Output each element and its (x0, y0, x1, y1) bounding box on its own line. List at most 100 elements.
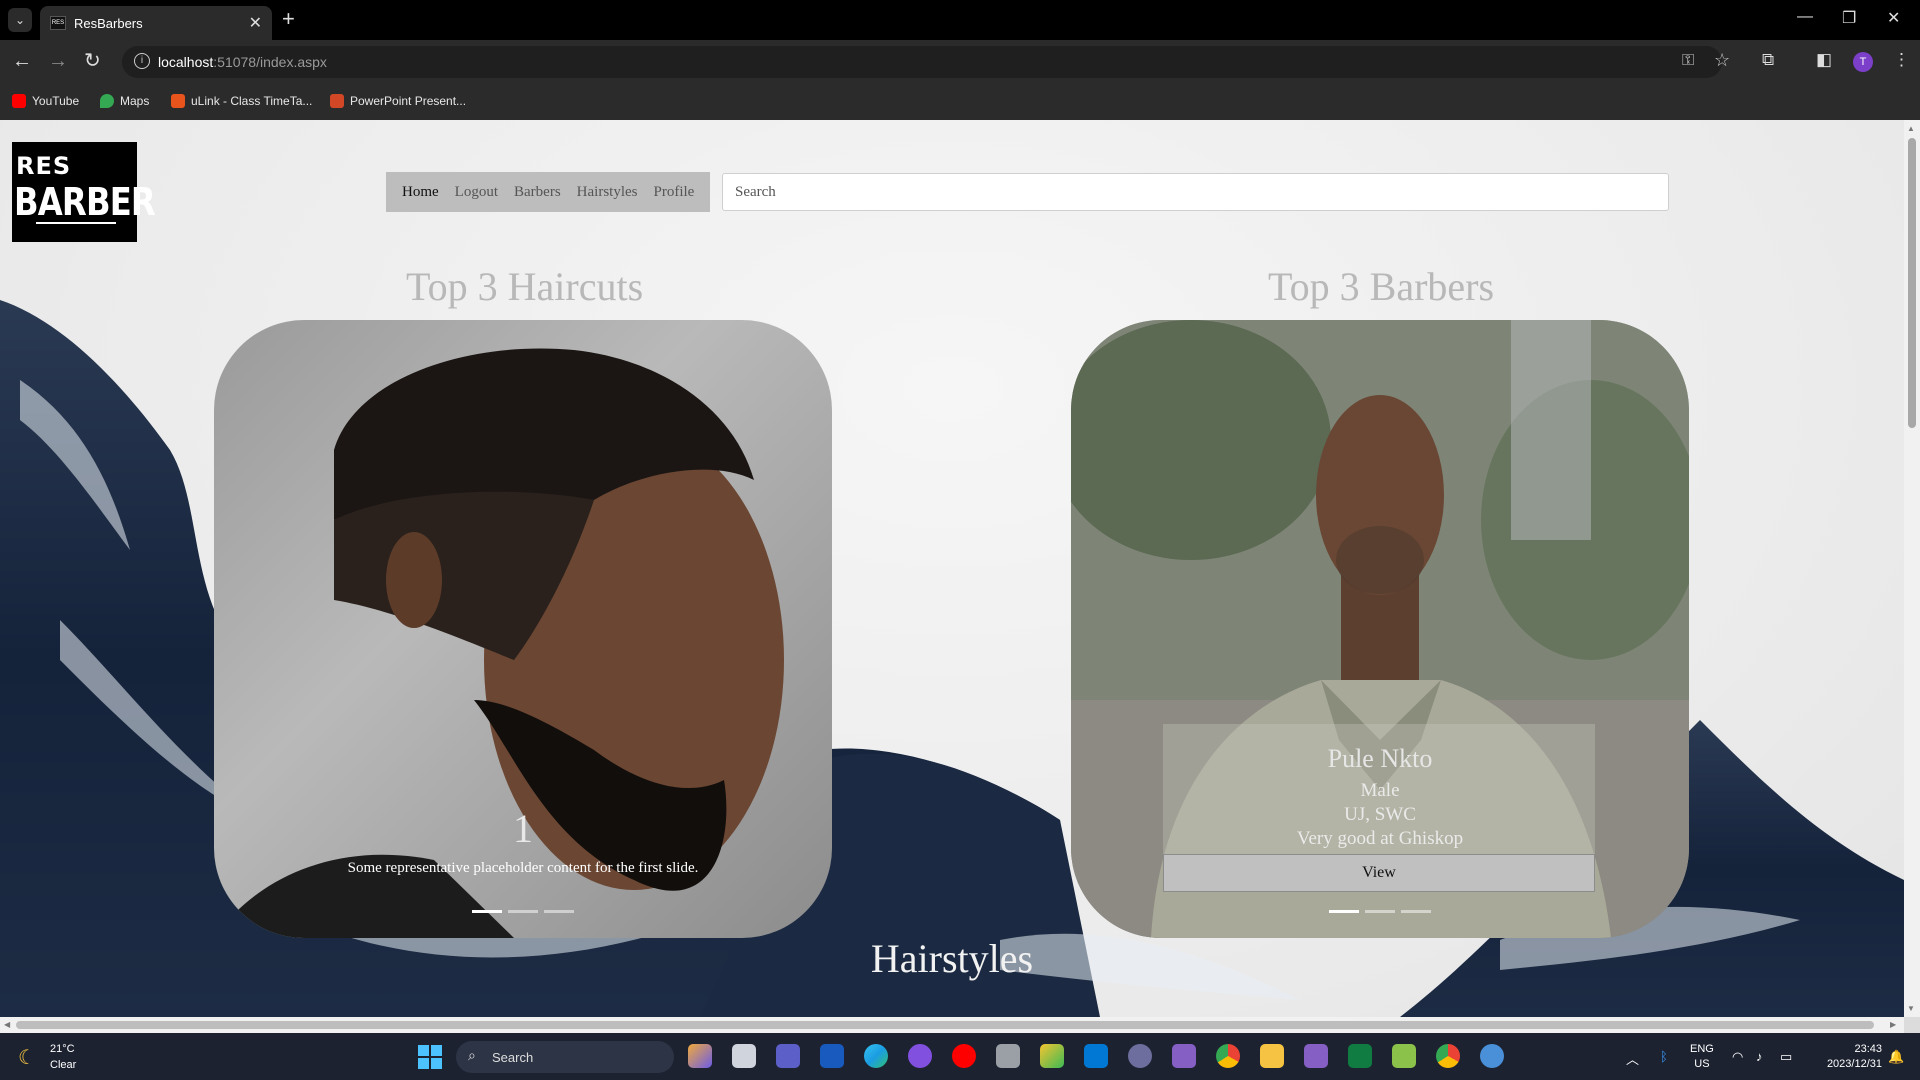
site-search-input[interactable] (722, 173, 1669, 211)
top-barbers-title: Top 3 Barbers (1268, 264, 1495, 309)
minimize-icon[interactable]: — (1797, 8, 1813, 26)
windows-taskbar: ☾ 21°C Clear ⌕ Search ︿ ᛒ ENG US ◠ ♪ ▭ 2… (0, 1033, 1920, 1080)
task-view-icon[interactable] (732, 1044, 756, 1068)
nav-barbers[interactable]: Barbers (506, 184, 569, 201)
bookmark-ulink[interactable]: uLink - Class TimeTa... (171, 94, 312, 108)
site-info-icon[interactable]: i (134, 53, 150, 69)
edge-icon[interactable] (864, 1044, 888, 1068)
file-explorer-icon[interactable] (1260, 1044, 1284, 1068)
site-logo[interactable]: RES BARBER (12, 142, 156, 242)
window-close-icon[interactable]: ✕ (1887, 8, 1900, 28)
reload-icon[interactable]: ↻ (84, 50, 101, 72)
vertical-scroll-thumb[interactable] (1908, 138, 1916, 428)
youtube-music-icon[interactable] (952, 1044, 976, 1068)
indicator-2[interactable] (1365, 910, 1395, 913)
chrome-active-icon[interactable] (1436, 1044, 1460, 1068)
indicator-3[interactable] (544, 910, 574, 913)
barber-gender: Male (1360, 780, 1400, 801)
settings-icon[interactable] (1480, 1044, 1504, 1068)
bookmark-star-icon[interactable]: ☆ (1714, 50, 1730, 71)
side-panel-icon[interactable]: ◧ (1816, 50, 1832, 70)
visual-studio-icon[interactable] (1172, 1044, 1196, 1068)
visual-studio-2-icon[interactable] (1304, 1044, 1328, 1068)
password-key-icon[interactable]: ⚿ (1682, 52, 1694, 70)
ulink-icon (171, 94, 185, 108)
nav-home[interactable]: Home (394, 184, 447, 201)
notepad-icon[interactable] (1392, 1044, 1416, 1068)
view-barber-button[interactable]: View (1163, 854, 1595, 892)
taskbar-search[interactable]: ⌕ Search (456, 1041, 674, 1073)
database-icon[interactable] (996, 1044, 1020, 1068)
wifi-icon[interactable]: ◠ (1732, 1049, 1743, 1065)
tab-search-icon[interactable]: ⌄ (8, 8, 32, 32)
logo-underline (36, 222, 116, 224)
barber-carousel[interactable]: Pule Nkto Male UJ, SWC Very good at Ghis… (1071, 320, 1689, 938)
barber-description: Very good at Ghiskop (1296, 828, 1464, 849)
github-desktop-icon[interactable] (908, 1044, 932, 1068)
system-clock[interactable]: 23:43 2023/12/31 (1810, 1042, 1882, 1072)
scroll-down-icon[interactable]: ▼ (1907, 1004, 1915, 1013)
excel-icon[interactable] (1348, 1044, 1372, 1068)
vscode-icon[interactable] (1084, 1044, 1108, 1068)
profile-avatar[interactable]: T (1853, 52, 1873, 72)
browser-tab-strip: ⌄ RES ResBarbers ✕ + — ❐ ✕ (0, 0, 1920, 40)
bookmarks-bar: YouTube Maps uLink - Class TimeTa... Pow… (0, 84, 1920, 120)
barber-name: Pule Nkto (1327, 744, 1433, 773)
slide-caption: Some representative placeholder content … (347, 860, 699, 876)
browser-tab[interactable]: RES ResBarbers ✕ (40, 6, 272, 40)
page-viewport: RES BARBER Home Logout Barbers Hairstyle… (0, 120, 1904, 1017)
haircut-indicators (214, 910, 832, 913)
horizontal-scrollbar[interactable]: ◀ ▶ (0, 1017, 1904, 1033)
nav-profile[interactable]: Profile (646, 184, 703, 201)
indicator-1[interactable] (472, 910, 502, 913)
indicator-1[interactable] (1329, 910, 1359, 913)
new-tab-icon[interactable]: + (282, 8, 295, 30)
more-menu-icon[interactable]: ⋮ (1893, 50, 1910, 70)
scroll-right-icon[interactable]: ▶ (1890, 1020, 1896, 1029)
notification-bell-icon[interactable]: 🔔 (1888, 1049, 1904, 1065)
indicator-2[interactable] (508, 910, 538, 913)
nav-hairstyles[interactable]: Hairstyles (569, 184, 646, 201)
tray-overflow-icon[interactable]: ︿ (1626, 1049, 1639, 1068)
indicator-3[interactable] (1401, 910, 1431, 913)
word-icon[interactable] (820, 1044, 844, 1068)
language-indicator[interactable]: ENG US (1690, 1042, 1714, 1072)
scrollbar-corner (1904, 1017, 1920, 1033)
tab-close-icon[interactable]: ✕ (249, 13, 262, 33)
back-icon[interactable]: ← (12, 50, 32, 72)
eclipse-icon[interactable] (1128, 1044, 1152, 1068)
battery-icon[interactable]: ▭ (1780, 1049, 1792, 1065)
scroll-up-icon[interactable]: ▲ (1907, 124, 1915, 133)
haircut-carousel[interactable]: 1 Some representative placeholder conten… (214, 320, 832, 938)
powerpoint-icon (330, 94, 344, 108)
restore-icon[interactable]: ❐ (1842, 8, 1856, 28)
moon-icon: ☾ (18, 1047, 36, 1069)
widgets-app-icon[interactable] (688, 1044, 712, 1068)
forward-icon[interactable]: → (48, 50, 68, 72)
start-button[interactable] (418, 1045, 442, 1069)
barber-indicators (1071, 910, 1689, 913)
youtube-icon (12, 94, 26, 108)
maps-icon (100, 94, 114, 108)
bookmark-maps[interactable]: Maps (100, 94, 149, 108)
address-bar[interactable]: i localhost:51078/index.aspx ⚿ ☆ (122, 46, 1730, 78)
vertical-scrollbar[interactable]: ▲ ▼ (1904, 120, 1920, 1017)
extensions-icon[interactable]: ⧉ (1762, 50, 1774, 70)
main-nav: Home Logout Barbers Hairstyles Profile (386, 172, 710, 212)
nav-logout[interactable]: Logout (447, 184, 506, 201)
search-icon: ⌕ (468, 1047, 476, 1063)
paint-icon[interactable] (1040, 1044, 1064, 1068)
volume-icon[interactable]: ♪ (1756, 1049, 1763, 1064)
bookmark-youtube[interactable]: YouTube (12, 94, 79, 108)
horizontal-scroll-thumb[interactable] (16, 1021, 1874, 1029)
url-text[interactable]: localhost:51078/index.aspx (158, 54, 327, 70)
bluetooth-icon[interactable]: ᛒ (1660, 1049, 1668, 1064)
top-haircuts-title: Top 3 Haircuts (406, 264, 644, 309)
teams-icon[interactable] (776, 1044, 800, 1068)
hairstyles-heading: Hairstyles (870, 936, 1034, 981)
scroll-left-icon[interactable]: ◀ (4, 1020, 10, 1029)
browser-toolbar: ← → ↻ i localhost:51078/index.aspx ⚿ ☆ ⧉… (0, 40, 1920, 84)
chrome-icon[interactable] (1216, 1044, 1240, 1068)
tab-favicon: RES (50, 16, 66, 30)
bookmark-powerpoint[interactable]: PowerPoint Present... (330, 94, 466, 108)
